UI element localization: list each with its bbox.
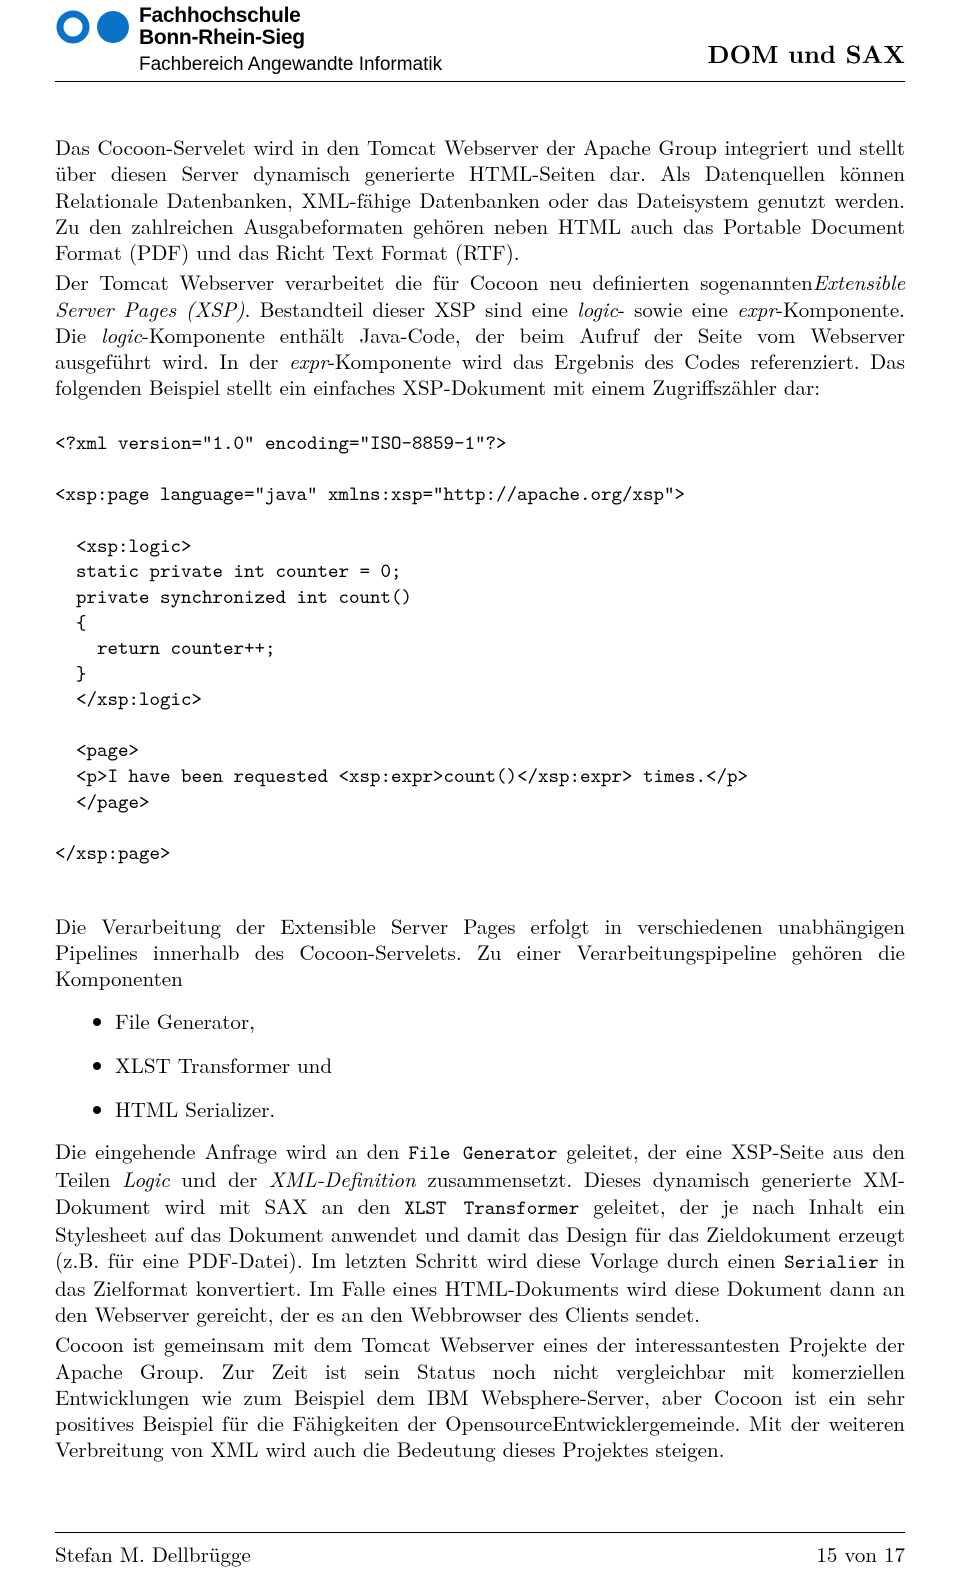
paragraph-5: Cocoon ist gemeinsam mit dem Tomcat Webs… [55,1331,905,1462]
university-logo-icon [55,5,131,45]
list-item: HTML Serializer. [115,1096,905,1122]
paragraph-1: Das Cocoon-Servelet wird in den Tomcat W… [55,134,905,265]
code-xsp-open: <xsp:page language="java" xmlns:xsp="htt… [55,482,905,508]
header-left: Fachhochschule Bonn-Rhein-Sieg Fachberei… [55,5,442,75]
page-header: Fachhochschule Bonn-Rhein-Sieg Fachberei… [55,0,905,82]
component-list: File Generator, XLST Transformer und HTM… [55,1008,905,1123]
university-name-line2: Bonn-Rhein-Sieg [139,27,442,49]
code-xml-decl: <?xml version="1.0" encoding="ISO-8859-1… [55,431,905,457]
list-item: File Generator, [115,1008,905,1034]
footer-page-number: 15 von 17 [816,1539,905,1569]
code-xsp-close: </xsp:page> [55,841,905,867]
department-name: Fachbereich Angewandte Informatik [139,55,442,75]
list-item: XLST Transformer und [115,1052,905,1078]
paragraph-2: Der Tomcat Webserver verarbeitet die für… [55,269,905,400]
running-title: DOM und SAX [708,36,905,75]
paragraph-4: Die eingehende Anfrage wird an den File … [55,1138,905,1327]
code-block: <xsp:logic> static private int counter =… [55,534,905,816]
paragraph-3: Die Verarbeitung der Extensible Server P… [55,913,905,992]
footer-author: Stefan M. Dellbrügge [55,1539,251,1569]
page-footer: Stefan M. Dellbrügge 15 von 17 [55,1532,905,1569]
university-name-line1: Fachhochschule [139,5,442,27]
